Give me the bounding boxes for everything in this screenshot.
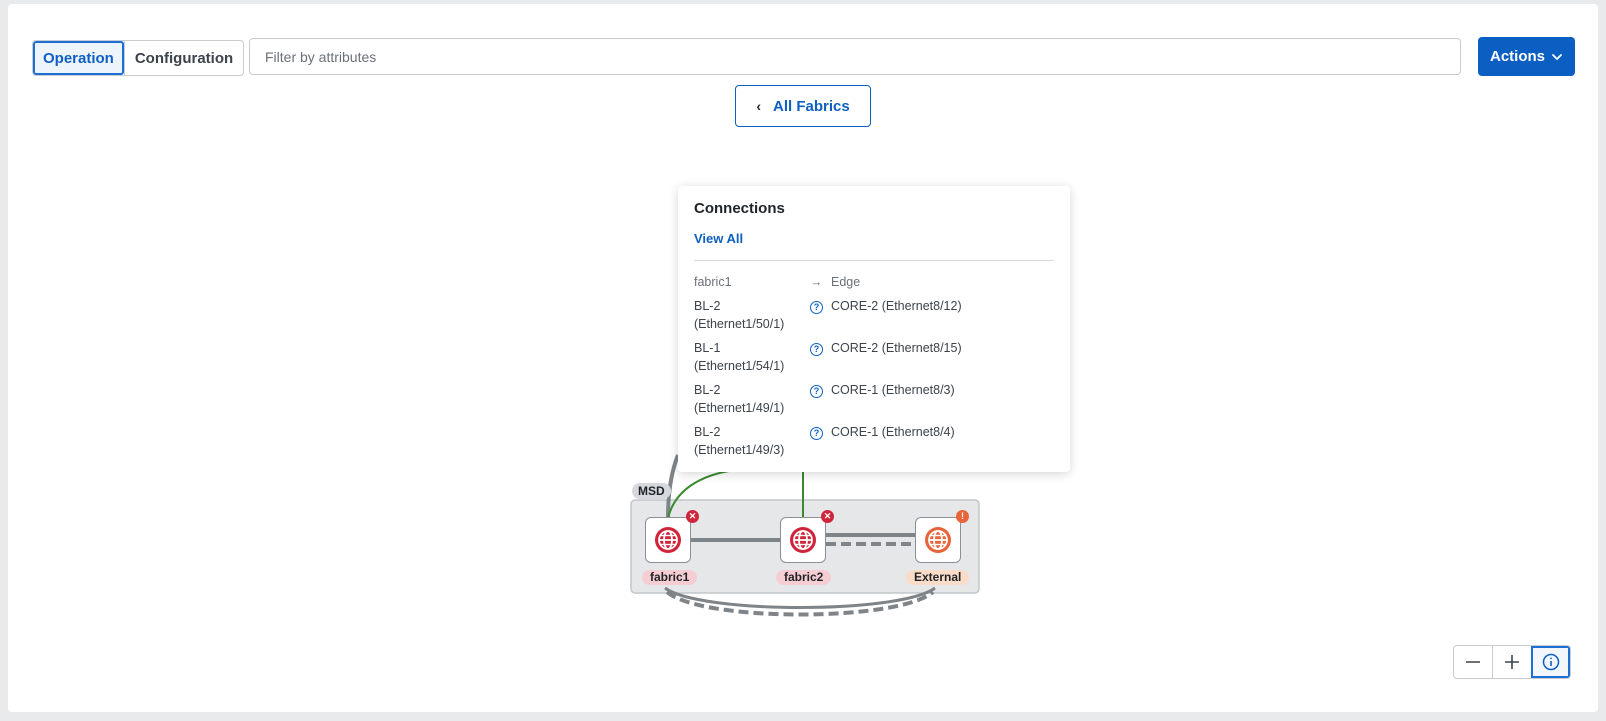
node-label-external: External — [906, 570, 970, 585]
error-badge-icon: ✕ — [686, 510, 699, 523]
minus-icon — [1466, 661, 1480, 663]
connections-title: Connections — [694, 200, 785, 217]
source-port: (Ethernet1/49/3) — [694, 443, 785, 457]
source-device: BL-2 — [694, 425, 721, 439]
link-fabric1-external-dashed — [665, 590, 935, 617]
warning-badge-icon: ! — [956, 510, 969, 523]
source-device: BL-1 — [694, 341, 721, 355]
target-port: CORE-1 (Ethernet8/3) — [831, 383, 955, 397]
info-icon — [1542, 653, 1560, 671]
node-fabric2[interactable] — [780, 517, 826, 563]
zoom-in-button[interactable] — [1492, 646, 1531, 678]
connections-popover: Connections View All fabric1 → Edge BL-2… — [678, 186, 1070, 472]
target-port: CORE-2 (Ethernet8/15) — [831, 341, 962, 355]
help-icon[interactable]: ? — [810, 343, 823, 356]
divider — [694, 260, 1054, 261]
help-icon[interactable]: ? — [810, 427, 823, 440]
header-source: fabric1 — [694, 275, 732, 289]
source-port: (Ethernet1/50/1) — [694, 317, 785, 331]
help-icon[interactable]: ? — [810, 301, 823, 314]
zoom-controls — [1453, 645, 1571, 679]
arrow-right-icon: → — [810, 275, 823, 289]
error-badge-icon: ✕ — [821, 510, 834, 523]
plus-icon — [1505, 655, 1519, 669]
source-port: (Ethernet1/49/1) — [694, 401, 785, 415]
node-label-fabric1: fabric1 — [642, 570, 698, 585]
node-fabric1[interactable] — [645, 517, 691, 563]
info-button[interactable] — [1531, 646, 1570, 678]
source-device: BL-2 — [694, 383, 721, 397]
target-port: CORE-1 (Ethernet8/4) — [831, 425, 955, 439]
msd-group-label: MSD — [632, 483, 671, 499]
help-icon[interactable]: ? — [810, 385, 823, 398]
zoom-out-button[interactable] — [1454, 646, 1492, 678]
globe-icon — [790, 527, 816, 553]
header-target: Edge — [831, 275, 861, 289]
target-port: CORE-2 (Ethernet8/12) — [831, 299, 962, 313]
source-port: (Ethernet1/54/1) — [694, 359, 785, 373]
globe-icon — [655, 527, 681, 553]
source-device: BL-2 — [694, 299, 721, 313]
node-external[interactable] — [915, 517, 961, 563]
globe-icon — [925, 527, 951, 553]
node-label-fabric2: fabric2 — [776, 570, 832, 585]
view-all-link[interactable]: View All — [694, 231, 743, 246]
